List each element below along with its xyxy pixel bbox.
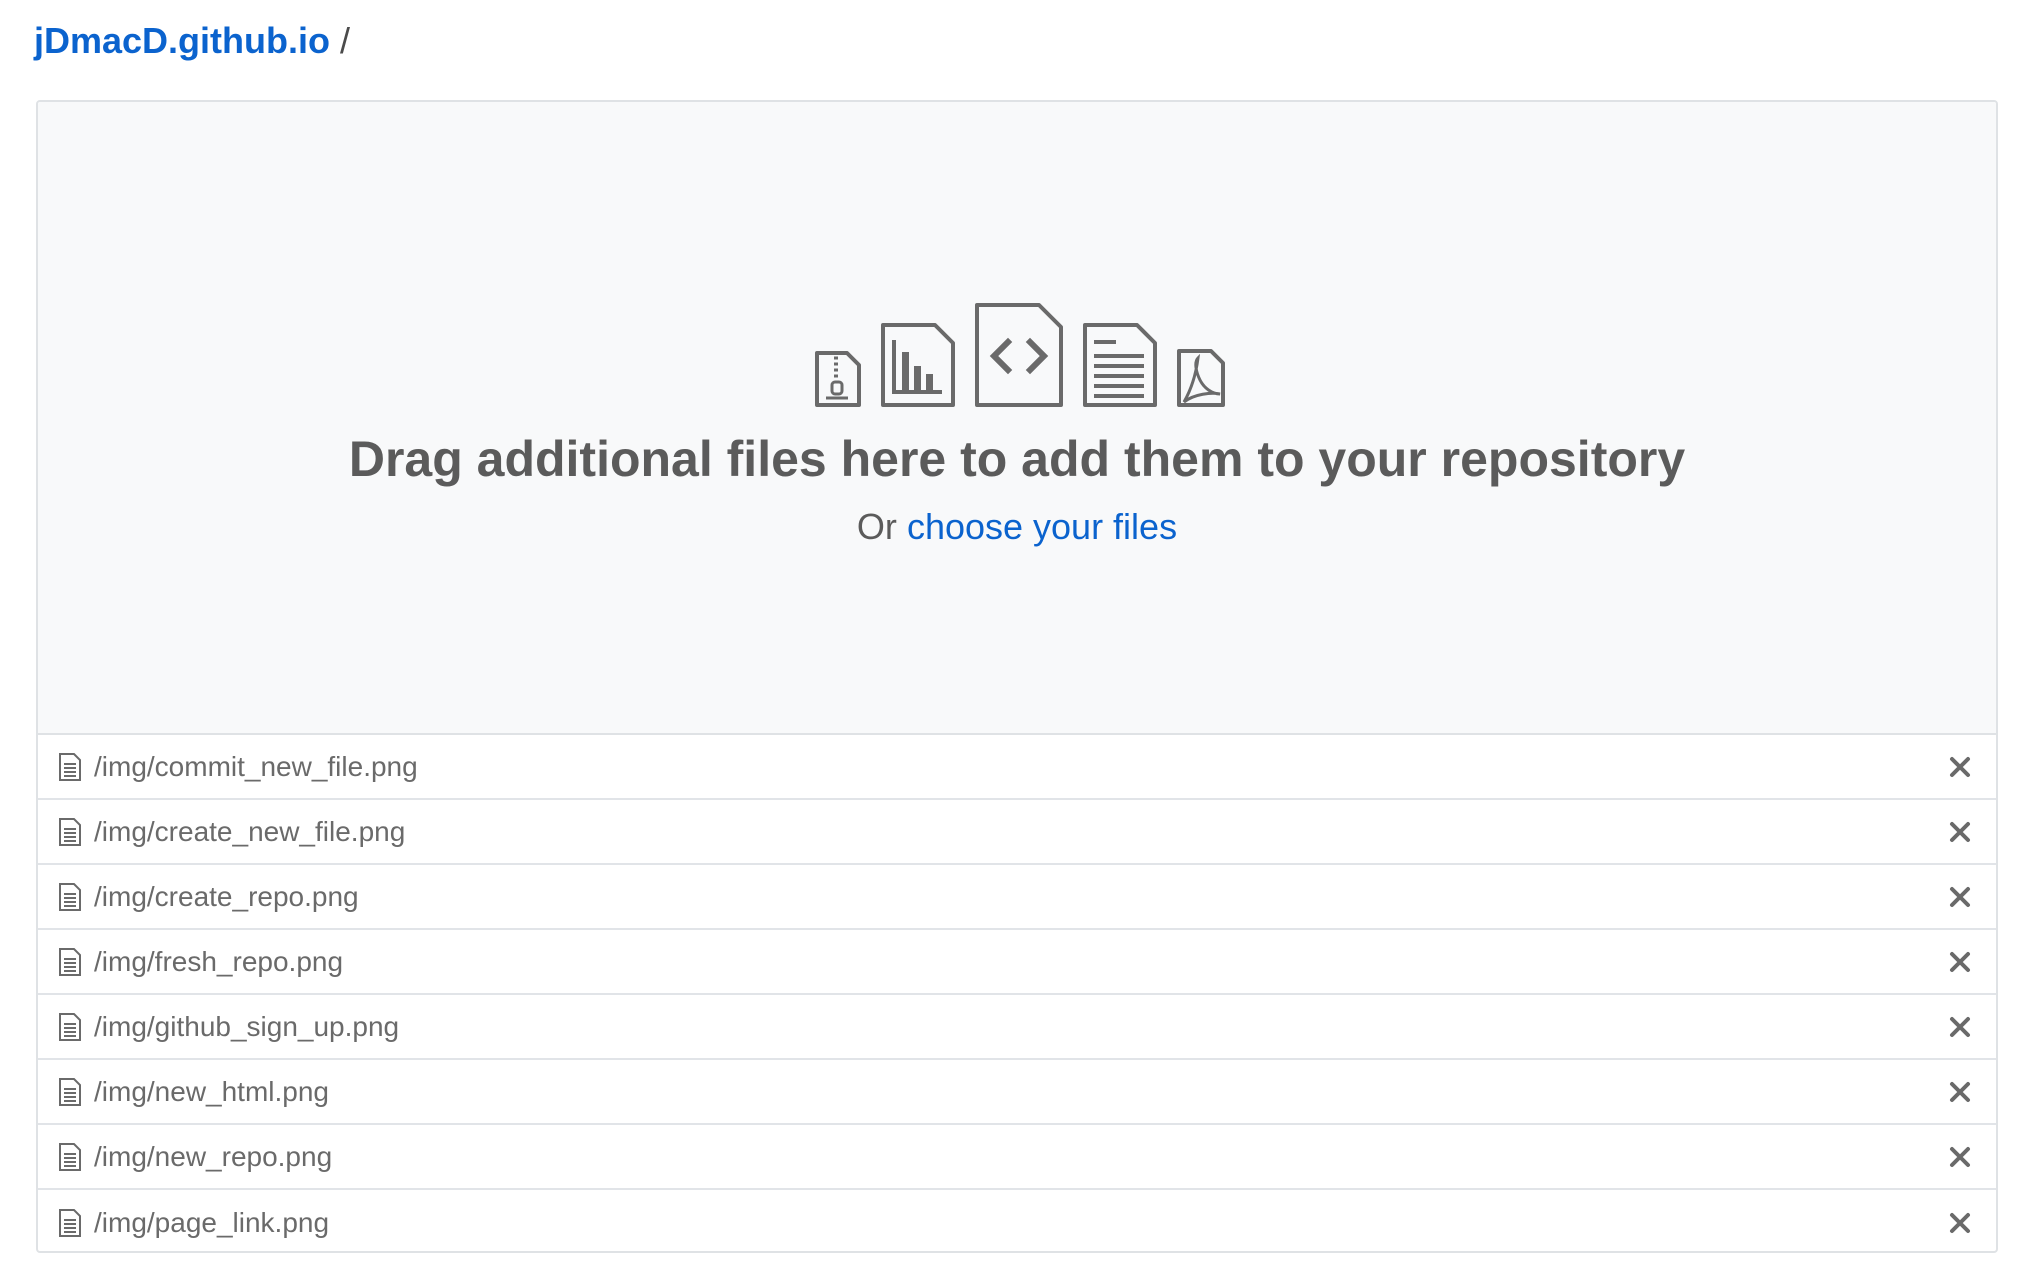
close-icon (1950, 1016, 1970, 1037)
file-row: /img/new_html.png (38, 1060, 1996, 1125)
file-icon (59, 752, 81, 781)
graph-icon (881, 323, 955, 407)
close-icon (1950, 886, 1970, 907)
drop-zone-subtitle: Or choose your files (38, 502, 1996, 552)
breadcrumb: jDmacD.github.io / (34, 16, 350, 66)
file-row: /img/github_sign_up.png (38, 995, 1996, 1060)
file-uploader: Drag additional files here to add them t… (36, 100, 1998, 1253)
file-row: /img/fresh_repo.png (38, 930, 1996, 995)
file-row: /img/new_repo.png (38, 1125, 1996, 1190)
file-icon (59, 1012, 81, 1041)
remove-file-button[interactable] (1942, 814, 1978, 850)
close-icon (1950, 1146, 1970, 1167)
remove-file-button[interactable] (1942, 1139, 1978, 1175)
file-zip-icon (815, 351, 861, 407)
file-name: /img/new_repo.png (94, 1140, 333, 1172)
file-type-icons (38, 302, 1996, 408)
file-pdf-icon (1177, 349, 1225, 407)
remove-file-button[interactable] (1942, 879, 1978, 915)
file-name: /img/create_new_file.png (94, 815, 406, 847)
file-icon (59, 882, 81, 911)
drop-zone[interactable]: Drag additional files here to add them t… (38, 102, 1996, 735)
remove-file-button[interactable] (1942, 1009, 1978, 1045)
file-icon (59, 1077, 81, 1106)
file-name: /img/fresh_repo.png (94, 945, 344, 977)
file-name: /img/github_sign_up.png (94, 1010, 400, 1042)
file-name: /img/new_html.png (94, 1075, 330, 1107)
file-icon (59, 1142, 81, 1171)
remove-file-button[interactable] (1942, 749, 1978, 785)
close-icon (1950, 1081, 1970, 1102)
remove-file-button[interactable] (1942, 1074, 1978, 1110)
file-row: /img/commit_new_file.png (38, 735, 1996, 800)
close-icon (1950, 951, 1970, 972)
repo-link[interactable]: jDmacD.github.io (34, 16, 330, 66)
close-icon (1950, 821, 1970, 842)
file-code-icon (975, 303, 1063, 407)
or-text: Or (856, 506, 897, 547)
remove-file-button[interactable] (1942, 1205, 1978, 1241)
close-icon (1950, 1212, 1970, 1233)
file-name: /img/create_repo.png (94, 880, 359, 912)
file-icon (59, 817, 81, 846)
file-icon (59, 947, 81, 976)
file-text-icon (1083, 323, 1157, 407)
file-row: /img/create_repo.png (38, 865, 1996, 930)
close-icon (1950, 756, 1970, 777)
remove-file-button[interactable] (1942, 944, 1978, 980)
file-list: /img/commit_new_file.png /img/create_new… (38, 735, 1996, 1251)
drop-zone-title: Drag additional files here to add them t… (348, 431, 1686, 487)
file-name: /img/page_link.png (94, 1206, 330, 1238)
breadcrumb-separator: / (340, 20, 351, 61)
file-name: /img/commit_new_file.png (94, 750, 418, 782)
file-row: /img/page_link.png (38, 1190, 1996, 1251)
file-row: /img/create_new_file.png (38, 800, 1996, 865)
file-icon (59, 1208, 81, 1237)
choose-files-link[interactable]: choose your files (907, 506, 1177, 547)
